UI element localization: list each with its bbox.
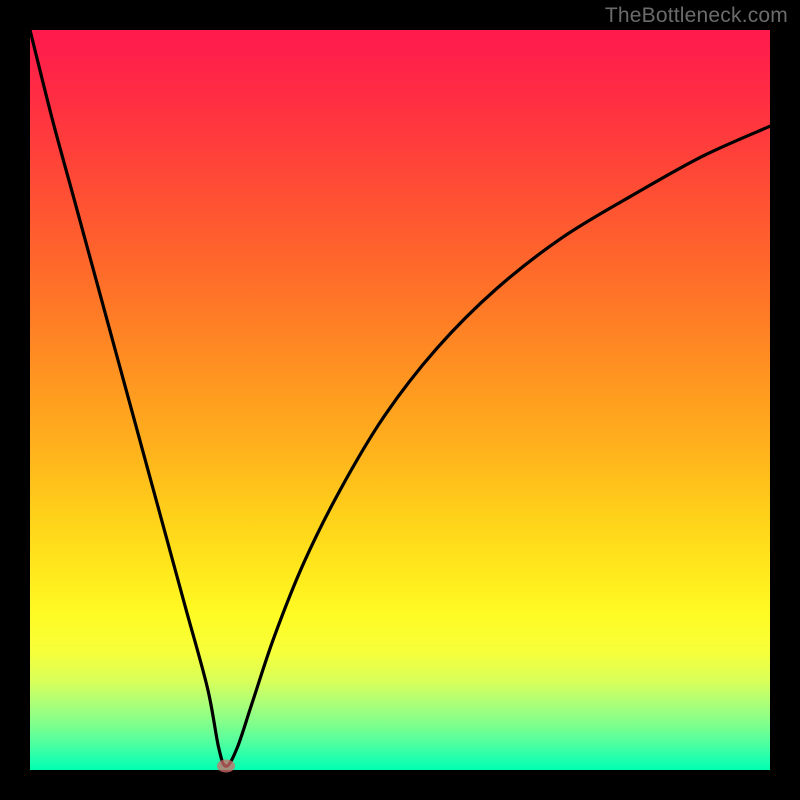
bottleneck-curve [30,30,770,766]
watermark-text: TheBottleneck.com [605,4,788,28]
chart-frame: TheBottleneck.com [0,0,800,800]
plot-area [30,30,770,770]
min-marker [217,760,235,773]
curve-svg [30,30,770,770]
